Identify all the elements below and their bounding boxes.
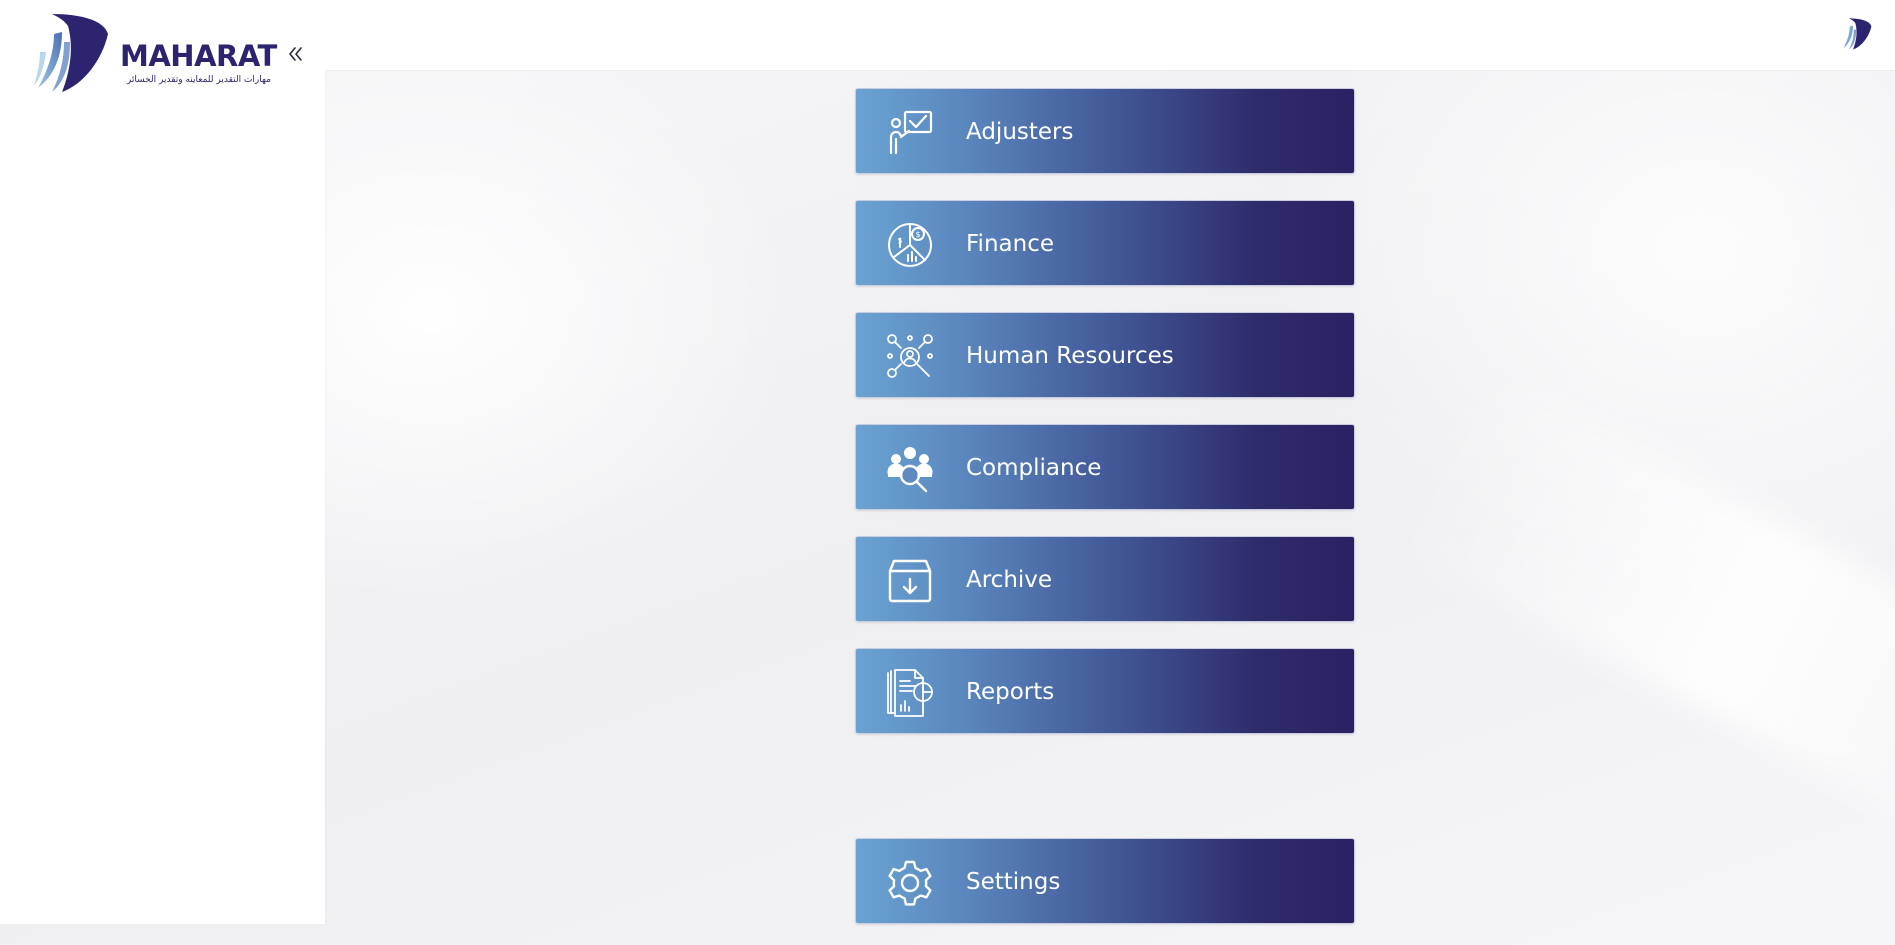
background-watermark-icon — [394, 295, 437, 340]
svg-text:$: $ — [897, 236, 902, 245]
menu-item-label: Settings — [966, 869, 1061, 895]
sidebar: MAHARAT مهارات التقدير للمعاينه وتقدير ا… — [0, 0, 325, 924]
menu-item-label: Finance — [966, 231, 1054, 257]
menu-item-label: Adjusters — [966, 119, 1074, 145]
brand-logo[interactable]: MAHARAT مهارات التقدير للمعاينه وتقدير ا… — [32, 12, 282, 94]
finance-pie-icon: $ $ — [888, 223, 932, 267]
people-search-icon — [887, 334, 933, 378]
brand-tagline: مهارات التقدير للمعاينه وتقدير الخسائر — [126, 75, 271, 85]
menu-item-human-resources[interactable]: Human Resources — [855, 312, 1355, 398]
menu-item-settings[interactable]: Settings — [855, 838, 1355, 924]
collapse-sidebar-button[interactable] — [286, 44, 306, 64]
menu-item-label: Reports — [966, 679, 1055, 705]
archive-box-icon — [888, 559, 932, 603]
top-bar — [325, 0, 1895, 71]
menu-item-finance[interactable]: $ $ Finance — [855, 200, 1355, 286]
menu-item-archive[interactable]: Archive — [855, 536, 1355, 622]
menu-item-label: Archive — [966, 567, 1053, 593]
menu-item-reports[interactable]: Reports — [855, 648, 1355, 734]
brand-name: MAHARAT — [120, 39, 277, 73]
maharat-logo-mark-icon — [34, 14, 108, 92]
menu-item-label: Human Resources — [966, 343, 1174, 369]
menu-item-label: Compliance — [966, 455, 1102, 481]
chevrons-left-icon — [289, 47, 302, 61]
report-documents-icon — [887, 669, 933, 717]
presenter-checkmark-icon — [889, 110, 933, 155]
team-magnifier-icon — [887, 447, 933, 493]
svg-text:$: $ — [915, 230, 920, 239]
gear-icon — [888, 860, 932, 906]
menu-item-adjusters[interactable]: Adjusters — [855, 88, 1355, 174]
maharat-mark-icon[interactable] — [1841, 17, 1873, 51]
menu-item-compliance[interactable]: Compliance — [855, 424, 1355, 510]
